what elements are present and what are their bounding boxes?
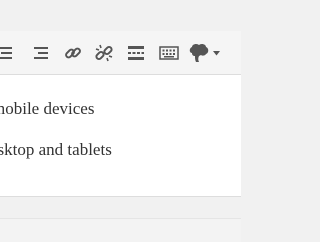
- link-icon: [64, 44, 82, 62]
- read-more-button[interactable]: [124, 41, 148, 65]
- chevron-down-icon: [213, 50, 220, 56]
- align-center-icon: [0, 45, 18, 61]
- insert-link-button[interactable]: [61, 41, 85, 65]
- align-center-button[interactable]: [0, 41, 20, 65]
- editor-toolbar: [0, 31, 241, 75]
- align-right-icon: [32, 45, 48, 61]
- brain-icon: [188, 43, 210, 63]
- keyboard-icon: [159, 45, 179, 61]
- editor-content-area[interactable]: mobile devices esktop and tablets: [0, 75, 241, 197]
- read-more-icon: [127, 45, 145, 61]
- plugin-menu-button[interactable]: [188, 41, 228, 65]
- editor-status-bar: [0, 218, 241, 242]
- content-line: mobile devices: [0, 99, 95, 118]
- align-right-button[interactable]: [28, 41, 52, 65]
- editor: mobile devices esktop and tablets: [0, 0, 241, 242]
- content-line: esktop and tablets: [0, 140, 112, 159]
- remove-link-button[interactable]: [92, 41, 116, 65]
- toolbar-toggle-button[interactable]: [157, 41, 181, 65]
- unlink-icon: [95, 44, 113, 62]
